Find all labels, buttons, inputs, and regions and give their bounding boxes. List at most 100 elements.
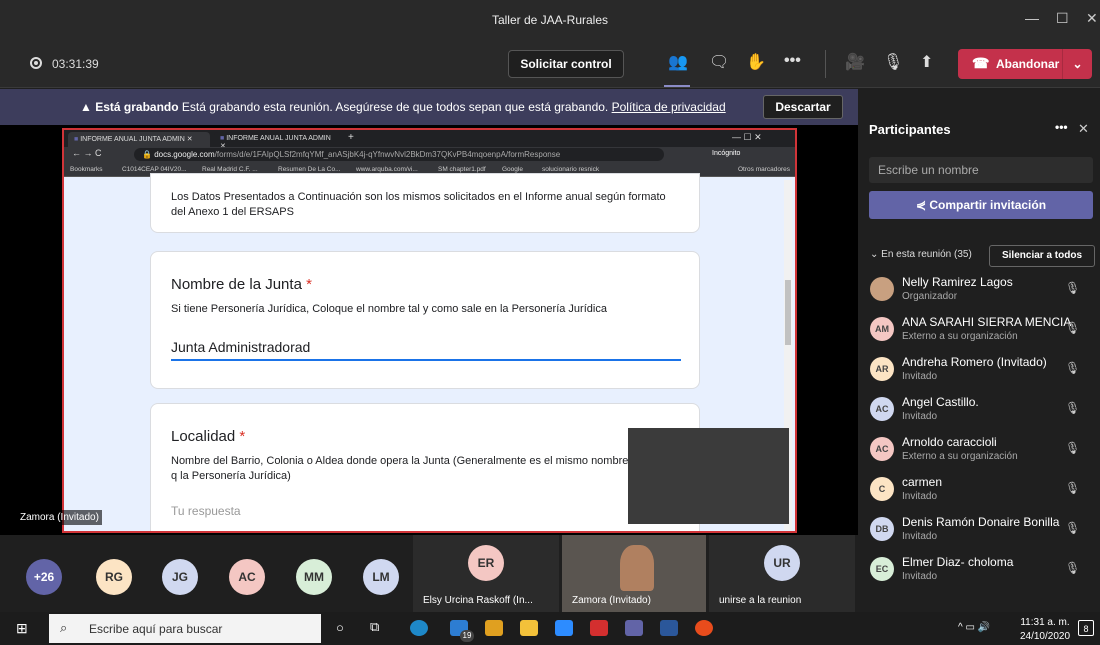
participant-tile[interactable]: ER Elsy Urcina Raskoff (In... — [413, 535, 559, 612]
explorer-icon[interactable] — [485, 620, 503, 636]
tile-label: Elsy Urcina Raskoff (In... — [423, 595, 533, 606]
share-invite-button[interactable]: ⋞ Compartir invitación — [869, 191, 1093, 219]
mic-off-icon[interactable]: 🎙 — [1065, 401, 1080, 415]
question-1-input[interactable]: Junta Administradorad — [171, 339, 681, 361]
acrobat-icon[interactable] — [590, 620, 608, 636]
mic-off-icon[interactable]: 🎙 — [1065, 481, 1080, 495]
participant-row[interactable]: AC Arnoldo caraccioli Externo a su organ… — [870, 433, 1098, 469]
meeting-toolbar: 03:31:39 Solicitar control 👥 🗨 ✋ ••• 🎥 🎙… — [0, 40, 1100, 88]
mute-all-button[interactable]: Silenciar a todos — [989, 245, 1095, 267]
avatar[interactable]: RG — [96, 559, 132, 595]
question-2-input[interactable]: Tu respuesta — [171, 504, 679, 518]
chat-icon[interactable]: 🗨 — [709, 52, 729, 72]
task-view-icon[interactable]: ⧉ — [370, 619, 379, 635]
windows-start-icon[interactable]: ⊞ — [16, 620, 28, 637]
participant-row[interactable]: Nelly Ramirez Lagos Organizador 🎙 — [870, 273, 1098, 309]
in-meeting-section[interactable]: ⌄ En esta reunión (35) — [870, 249, 972, 260]
participant-row[interactable]: AM ANA SARAHI SIERRA MENCIA Externo a su… — [870, 313, 1098, 349]
more-options-icon[interactable]: ••• — [1055, 120, 1068, 134]
avatar: EC — [870, 557, 894, 581]
bookmark[interactable]: solucionario resnick — [542, 166, 599, 173]
bookmark[interactable]: SM chapter1.pdf — [438, 166, 486, 173]
hang-up-icon: ☎ — [972, 55, 990, 71]
word-icon[interactable] — [660, 620, 678, 636]
participant-name: carmen — [902, 475, 943, 489]
avatar[interactable]: LM — [363, 559, 399, 595]
close-icon[interactable]: ✕ — [1078, 121, 1089, 137]
close-icon[interactable]: ✕ — [1086, 10, 1098, 27]
bookmark[interactable]: Otros marcadores — [738, 166, 790, 173]
url-field[interactable]: 🔒 docs.google.com/forms/d/e/1FAIpQLSf2mf… — [134, 148, 664, 161]
zoom-icon[interactable] — [555, 620, 573, 636]
avatar — [870, 277, 894, 301]
raise-hand-icon[interactable]: ✋ — [746, 52, 766, 72]
mic-off-icon[interactable]: 🎙 — [883, 52, 903, 72]
participant-search-input[interactable]: Escribe un nombre — [869, 157, 1093, 183]
avatar[interactable]: AC — [229, 559, 265, 595]
question-card-1: Nombre de la Junta * Si tiene Personería… — [150, 251, 700, 389]
avatar: AM — [870, 317, 894, 341]
privacy-policy-link[interactable]: Política de privacidad — [612, 100, 726, 114]
chevron-down-icon[interactable]: ⌄ — [1062, 49, 1092, 79]
notification-badge[interactable]: 8 — [1078, 620, 1094, 636]
bookmark[interactable]: Bookmarks — [70, 166, 103, 173]
participant-tile[interactable]: UR unirse a la reunion — [709, 535, 855, 612]
taskbar-search-input[interactable]: Escribe aquí para buscar — [49, 614, 321, 643]
maximize-icon[interactable]: ☐ — [1056, 10, 1069, 27]
participant-row[interactable]: AR Andreha Romero (Invitado) Invitado 🎙 — [870, 353, 1098, 389]
clock-time[interactable]: 11:31 a. m. — [1015, 617, 1075, 628]
mic-off-icon[interactable]: 🎙 — [1065, 521, 1080, 535]
mic-off-icon[interactable]: 🎙 — [1065, 441, 1080, 455]
participant-row[interactable]: C carmen Invitado 🎙 — [870, 473, 1098, 509]
share-screen-icon[interactable]: ⬆ — [920, 52, 933, 72]
recording-icon — [30, 57, 42, 69]
avatar: AC — [870, 397, 894, 421]
participant-name: Angel Castillo. — [902, 395, 979, 409]
bookmark[interactable]: Google — [502, 166, 523, 173]
participant-role: Externo a su organización — [902, 451, 1018, 462]
cortana-icon[interactable]: ○ — [336, 620, 344, 635]
form-intro-text: Los Datos Presentados a Continuación son… — [171, 191, 666, 218]
mic-off-icon[interactable]: 🎙 — [1065, 321, 1080, 335]
edge-icon[interactable] — [410, 620, 428, 636]
system-tray-icons[interactable]: ^ ▭ 🔊 — [958, 622, 990, 633]
dismiss-button[interactable]: Descartar — [763, 95, 843, 119]
more-participants-badge[interactable]: +26 — [26, 559, 62, 595]
folder-icon[interactable] — [520, 620, 538, 636]
mic-off-icon[interactable]: 🎙 — [1065, 361, 1080, 375]
tile-label: Zamora (Invitado) — [572, 595, 651, 606]
title-bar: Taller de JAA-Rurales — ☐ ✕ — [0, 0, 1100, 40]
leave-button[interactable]: ☎ Abandonar ⌄ — [958, 49, 1092, 79]
browser-tab-strip: ■ INFORME ANUAL JUNTA ADMIN ✕ ■ INFORME … — [64, 130, 795, 150]
tile-label: unirse a la reunion — [719, 595, 802, 606]
mic-off-icon[interactable]: 🎙 — [1065, 281, 1080, 295]
bookmark[interactable]: Real Madrid C.F. ... — [202, 166, 258, 173]
browser-window-controls[interactable]: — ☐ ✕ — [732, 132, 762, 143]
camera-off-icon[interactable]: 🎥 — [845, 52, 865, 72]
participant-role: Externo a su organización — [902, 331, 1018, 342]
avatar[interactable]: MM — [296, 559, 332, 595]
nav-arrows-icon[interactable]: ← → C — [72, 148, 102, 158]
chrome-icon[interactable] — [695, 620, 713, 636]
avatar[interactable]: JG — [162, 559, 198, 595]
browser-address-bar: ← → C 🔒 docs.google.com/forms/d/e/1FAIpQ… — [64, 147, 795, 163]
participants-icon[interactable]: 👥 — [668, 52, 688, 72]
participant-row[interactable]: EC Elmer Diaz- choloma Invitado 🎙 — [870, 553, 1098, 589]
request-control-button[interactable]: Solicitar control — [508, 50, 624, 78]
form-scrollbar-thumb[interactable] — [785, 280, 791, 345]
bookmark[interactable]: C1014CEAP 04IV20... — [122, 166, 187, 173]
question-card-2: Localidad * Nombre del Barrio, Colonia o… — [150, 403, 700, 531]
more-options-icon[interactable]: ••• — [784, 52, 801, 70]
new-tab-icon[interactable]: + — [348, 132, 354, 143]
participant-row[interactable]: DB Denis Ramón Donaire Bonilla Invitado … — [870, 513, 1098, 549]
participant-video-tile[interactable]: Zamora (Invitado) — [562, 535, 706, 612]
clock-date[interactable]: 24/10/2020 — [1015, 631, 1075, 642]
bookmark[interactable]: www.arquba.com/vi... — [356, 166, 418, 173]
teams-icon[interactable] — [625, 620, 643, 636]
participant-row[interactable]: AC Angel Castillo. Invitado 🎙 — [870, 393, 1098, 429]
browser-tab-1[interactable]: ■ INFORME ANUAL JUNTA ADMIN ✕ — [68, 132, 210, 147]
bookmark[interactable]: Resumen De La Co... — [278, 166, 341, 173]
minimize-icon[interactable]: — — [1025, 10, 1039, 26]
mic-off-icon[interactable]: 🎙 — [1065, 561, 1080, 575]
browser-tab-2[interactable]: ■ INFORME ANUAL JUNTA ADMIN ✕ — [214, 132, 340, 150]
